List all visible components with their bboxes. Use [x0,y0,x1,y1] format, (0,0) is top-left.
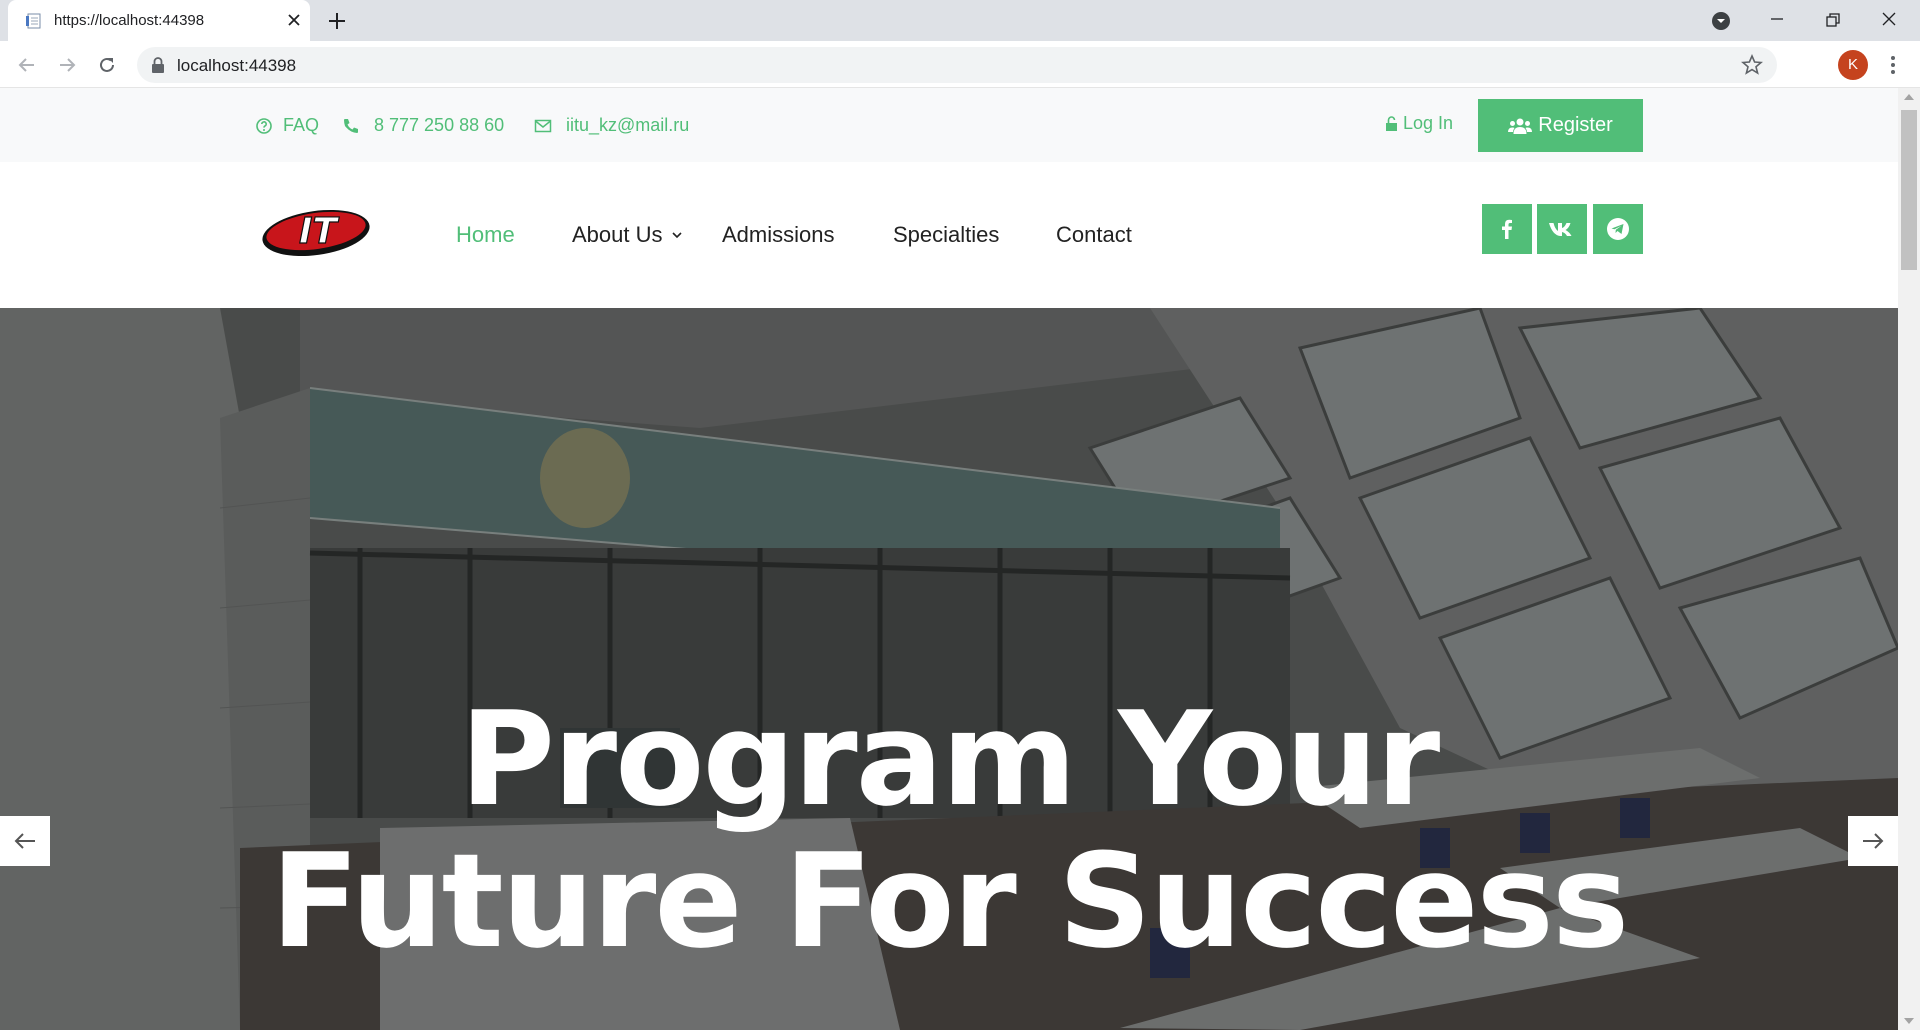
site-logo[interactable]: IT [260,206,372,260]
tab-title: https://localhost:44398 [54,12,205,29]
arrow-right-icon [1863,833,1884,849]
main-navbar: IT Home About Us Admissions Specialties … [0,162,1898,308]
page-viewport: FAQ 8 777 250 88 60 iitu_kz@mail.ru Log … [0,88,1920,1030]
register-button[interactable]: Register [1478,99,1643,152]
forward-icon[interactable] [54,52,80,78]
faq-label: FAQ [283,115,320,135]
scroll-up-arrow[interactable] [1904,94,1914,100]
nav-about-us-label: About Us [572,222,663,247]
tab-search-icon[interactable] [1706,6,1736,36]
profile-avatar[interactable]: K [1838,50,1868,80]
faq-link[interactable]: FAQ [255,115,319,136]
unlock-icon [1386,115,1397,131]
hero-slider: Program Your Future For Success [0,308,1898,1030]
nav-contact[interactable]: Contact [1056,222,1132,248]
vk-button[interactable] [1537,204,1587,254]
close-tab-icon[interactable] [285,11,303,29]
facebook-icon [1502,219,1512,239]
slider-next-button[interactable] [1848,816,1898,866]
email-link[interactable]: iitu_kz@mail.ru [534,115,689,136]
chevron-down-icon [671,232,682,239]
nav-admissions[interactable]: Admissions [722,222,834,248]
browser-tabbar: https://localhost:44398 [0,0,1920,41]
nav-admissions-label: Admissions [722,222,835,247]
url-text: localhost:44398 [177,56,297,75]
phone-link[interactable]: 8 777 250 88 60 [342,115,504,136]
restore-icon[interactable] [1818,6,1848,36]
question-circle-icon [256,117,272,134]
page: FAQ 8 777 250 88 60 iitu_kz@mail.ru Log … [0,88,1898,1030]
page-scrollbar[interactable] [1898,88,1920,1030]
new-tab-icon[interactable] [325,9,349,33]
register-label: Register [1538,114,1613,136]
arrow-left-icon [14,833,35,849]
login-link[interactable]: Log In [1385,113,1453,134]
logo-text: IT [299,211,339,252]
lock-icon[interactable] [151,57,165,73]
close-window-icon[interactable] [1874,6,1904,36]
telegram-button[interactable] [1593,204,1643,254]
page-favicon-icon [26,13,41,29]
phone-icon [344,118,358,133]
hero-title: Program Your Future For Success [0,688,1898,972]
nav-specialties[interactable]: Specialties [893,222,999,248]
scroll-down-arrow[interactable] [1904,1018,1914,1024]
nav-contact-label: Contact [1056,222,1132,247]
browser-tab[interactable]: https://localhost:44398 [8,0,310,41]
back-icon[interactable] [14,52,40,78]
facebook-button[interactable] [1482,204,1532,254]
scrollbar-thumb[interactable] [1901,110,1917,270]
nav-home-label: Home [456,222,515,247]
hero-title-line-2: Future For Success [270,825,1630,977]
login-label: Log In [1403,113,1454,133]
email-address: iitu_kz@mail.ru [566,115,690,135]
browser-toolbar: localhost:44398 K [0,41,1920,88]
bookmark-star-icon[interactable] [1741,54,1763,76]
address-bar[interactable]: localhost:44398 [137,47,1777,83]
nav-about-us[interactable]: About Us [572,222,683,248]
telegram-icon [1607,218,1629,240]
top-info-bar: FAQ 8 777 250 88 60 iitu_kz@mail.ru Log … [0,88,1898,162]
minimize-icon[interactable] [1762,6,1792,36]
nav-home[interactable]: Home [456,222,515,248]
slider-prev-button[interactable] [0,816,50,866]
nav-specialties-label: Specialties [893,222,1000,247]
hero-title-line-1: Program Your [459,683,1441,835]
users-icon [1508,118,1533,134]
envelope-icon [534,119,552,132]
reload-icon[interactable] [94,52,120,78]
phone-number: 8 777 250 88 60 [374,115,505,135]
browser-menu-icon[interactable] [1880,52,1906,78]
vk-icon [1549,223,1572,236]
